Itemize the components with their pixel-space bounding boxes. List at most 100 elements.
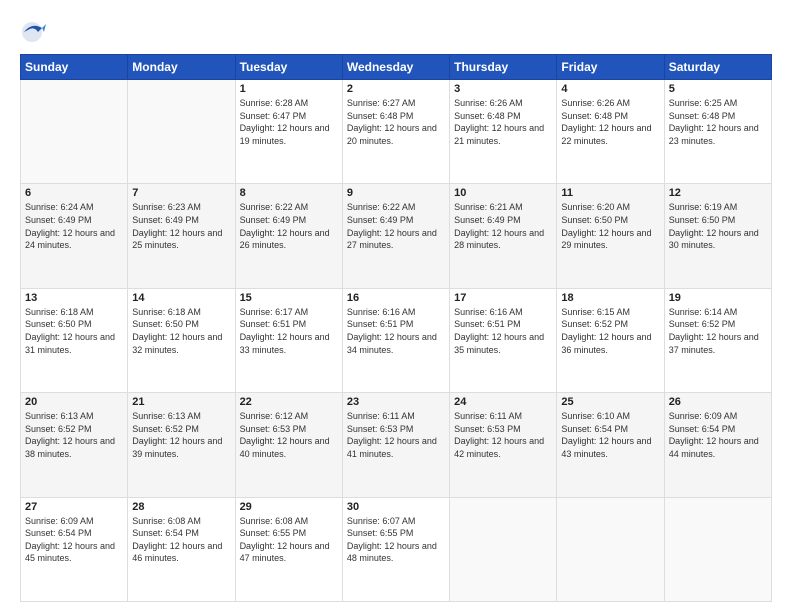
day-info: Sunrise: 6:10 AM Sunset: 6:54 PM Dayligh… xyxy=(561,410,659,460)
calendar-day-cell: 16 Sunrise: 6:16 AM Sunset: 6:51 PM Dayli… xyxy=(342,288,449,392)
day-info: Sunrise: 6:24 AM Sunset: 6:49 PM Dayligh… xyxy=(25,201,123,251)
day-number: 13 xyxy=(25,292,123,304)
day-number: 20 xyxy=(25,396,123,408)
calendar-day-header: Monday xyxy=(128,55,235,80)
calendar-day-cell: 25 Sunrise: 6:10 AM Sunset: 6:54 PM Dayli… xyxy=(557,393,664,497)
calendar-day-cell: 12 Sunrise: 6:19 AM Sunset: 6:50 PM Dayli… xyxy=(664,184,771,288)
day-info: Sunrise: 6:15 AM Sunset: 6:52 PM Dayligh… xyxy=(561,306,659,356)
calendar-day-cell: 5 Sunrise: 6:25 AM Sunset: 6:48 PM Daylig… xyxy=(664,80,771,184)
calendar-day-cell: 8Sunrise: 6:22 AM Sunset: 6:49 PM Daylig… xyxy=(235,184,342,288)
calendar-week-row: 6 Sunrise: 6:24 AM Sunset: 6:49 PM Daylig… xyxy=(21,184,772,288)
day-info: Sunrise: 6:11 AM Sunset: 6:53 PM Dayligh… xyxy=(454,410,552,460)
calendar-day-cell: 18 Sunrise: 6:15 AM Sunset: 6:52 PM Dayli… xyxy=(557,288,664,392)
calendar-day-cell: 9Sunrise: 6:22 AM Sunset: 6:49 PM Daylig… xyxy=(342,184,449,288)
day-info: Sunrise: 6:09 AM Sunset: 6:54 PM Dayligh… xyxy=(25,515,123,565)
day-info: Sunrise: 6:14 AM Sunset: 6:52 PM Dayligh… xyxy=(669,306,767,356)
calendar-day-cell xyxy=(21,80,128,184)
calendar-day-cell xyxy=(450,497,557,601)
calendar-table: SundayMondayTuesdayWednesdayThursdayFrid… xyxy=(20,54,772,602)
logo xyxy=(20,18,52,46)
calendar-day-cell: 24Sunrise: 6:11 AM Sunset: 6:53 PM Dayli… xyxy=(450,393,557,497)
day-info: Sunrise: 6:08 AM Sunset: 6:55 PM Dayligh… xyxy=(240,515,338,565)
calendar-day-cell: 23 Sunrise: 6:11 AM Sunset: 6:53 PM Dayli… xyxy=(342,393,449,497)
calendar-day-cell: 11 Sunrise: 6:20 AM Sunset: 6:50 PM Dayli… xyxy=(557,184,664,288)
day-number: 29 xyxy=(240,501,338,513)
calendar-day-cell: 15 Sunrise: 6:17 AM Sunset: 6:51 PM Dayli… xyxy=(235,288,342,392)
day-info: Sunrise: 6:11 AM Sunset: 6:53 PM Dayligh… xyxy=(347,410,445,460)
calendar-day-header: Friday xyxy=(557,55,664,80)
day-info: Sunrise: 6:23 AM Sunset: 6:49 PM Dayligh… xyxy=(132,201,230,251)
day-number: 5 xyxy=(669,83,767,95)
day-number: 11 xyxy=(561,187,659,199)
day-info: Sunrise: 6:09 AM Sunset: 6:54 PM Dayligh… xyxy=(669,410,767,460)
day-info: Sunrise: 6:26 AM Sunset: 6:48 PM Dayligh… xyxy=(561,97,659,147)
calendar-day-cell: 6 Sunrise: 6:24 AM Sunset: 6:49 PM Daylig… xyxy=(21,184,128,288)
day-info: Sunrise: 6:17 AM Sunset: 6:51 PM Dayligh… xyxy=(240,306,338,356)
calendar-day-cell: 13 Sunrise: 6:18 AM Sunset: 6:50 PM Dayli… xyxy=(21,288,128,392)
logo-icon xyxy=(20,18,48,46)
calendar-day-header: Tuesday xyxy=(235,55,342,80)
day-info: Sunrise: 6:27 AM Sunset: 6:48 PM Dayligh… xyxy=(347,97,445,147)
day-info: Sunrise: 6:12 AM Sunset: 6:53 PM Dayligh… xyxy=(240,410,338,460)
day-info: Sunrise: 6:25 AM Sunset: 6:48 PM Dayligh… xyxy=(669,97,767,147)
day-number: 12 xyxy=(669,187,767,199)
day-number: 1 xyxy=(240,83,338,95)
calendar-week-row: 1 Sunrise: 6:28 AM Sunset: 6:47 PM Daylig… xyxy=(21,80,772,184)
day-number: 7 xyxy=(132,187,230,199)
day-number: 16 xyxy=(347,292,445,304)
calendar-day-cell: 3Sunrise: 6:26 AM Sunset: 6:48 PM Daylig… xyxy=(450,80,557,184)
page: SundayMondayTuesdayWednesdayThursdayFrid… xyxy=(0,0,792,612)
day-info: Sunrise: 6:16 AM Sunset: 6:51 PM Dayligh… xyxy=(347,306,445,356)
day-info: Sunrise: 6:22 AM Sunset: 6:49 PM Dayligh… xyxy=(347,201,445,251)
calendar-day-cell: 17 Sunrise: 6:16 AM Sunset: 6:51 PM Dayli… xyxy=(450,288,557,392)
day-number: 18 xyxy=(561,292,659,304)
day-number: 10 xyxy=(454,187,552,199)
day-number: 22 xyxy=(240,396,338,408)
calendar-day-cell: 22 Sunrise: 6:12 AM Sunset: 6:53 PM Dayli… xyxy=(235,393,342,497)
calendar-header-row: SundayMondayTuesdayWednesdayThursdayFrid… xyxy=(21,55,772,80)
calendar-day-cell: 10Sunrise: 6:21 AM Sunset: 6:49 PM Dayli… xyxy=(450,184,557,288)
day-number: 14 xyxy=(132,292,230,304)
calendar-day-cell: 2Sunrise: 6:27 AM Sunset: 6:48 PM Daylig… xyxy=(342,80,449,184)
calendar-day-header: Thursday xyxy=(450,55,557,80)
day-number: 15 xyxy=(240,292,338,304)
day-info: Sunrise: 6:19 AM Sunset: 6:50 PM Dayligh… xyxy=(669,201,767,251)
day-number: 28 xyxy=(132,501,230,513)
calendar-day-cell: 20 Sunrise: 6:13 AM Sunset: 6:52 PM Dayli… xyxy=(21,393,128,497)
day-info: Sunrise: 6:16 AM Sunset: 6:51 PM Dayligh… xyxy=(454,306,552,356)
day-info: Sunrise: 6:18 AM Sunset: 6:50 PM Dayligh… xyxy=(25,306,123,356)
day-number: 27 xyxy=(25,501,123,513)
day-number: 23 xyxy=(347,396,445,408)
calendar-day-cell: 28Sunrise: 6:08 AM Sunset: 6:54 PM Dayli… xyxy=(128,497,235,601)
calendar-day-cell: 27 Sunrise: 6:09 AM Sunset: 6:54 PM Dayli… xyxy=(21,497,128,601)
calendar-day-cell xyxy=(664,497,771,601)
header xyxy=(20,18,772,46)
day-info: Sunrise: 6:13 AM Sunset: 6:52 PM Dayligh… xyxy=(25,410,123,460)
day-number: 21 xyxy=(132,396,230,408)
day-number: 26 xyxy=(669,396,767,408)
calendar-day-cell: 29 Sunrise: 6:08 AM Sunset: 6:55 PM Dayli… xyxy=(235,497,342,601)
calendar-day-cell: 19Sunrise: 6:14 AM Sunset: 6:52 PM Dayli… xyxy=(664,288,771,392)
calendar-day-header: Sunday xyxy=(21,55,128,80)
calendar-day-cell: 30Sunrise: 6:07 AM Sunset: 6:55 PM Dayli… xyxy=(342,497,449,601)
day-info: Sunrise: 6:26 AM Sunset: 6:48 PM Dayligh… xyxy=(454,97,552,147)
day-info: Sunrise: 6:13 AM Sunset: 6:52 PM Dayligh… xyxy=(132,410,230,460)
calendar-day-cell: 21 Sunrise: 6:13 AM Sunset: 6:52 PM Dayli… xyxy=(128,393,235,497)
calendar-week-row: 27 Sunrise: 6:09 AM Sunset: 6:54 PM Dayli… xyxy=(21,497,772,601)
day-number: 25 xyxy=(561,396,659,408)
calendar-day-cell: 14 Sunrise: 6:18 AM Sunset: 6:50 PM Dayli… xyxy=(128,288,235,392)
calendar-day-header: Wednesday xyxy=(342,55,449,80)
calendar-week-row: 20 Sunrise: 6:13 AM Sunset: 6:52 PM Dayli… xyxy=(21,393,772,497)
calendar-day-cell: 26 Sunrise: 6:09 AM Sunset: 6:54 PM Dayli… xyxy=(664,393,771,497)
calendar-day-cell xyxy=(128,80,235,184)
day-info: Sunrise: 6:28 AM Sunset: 6:47 PM Dayligh… xyxy=(240,97,338,147)
day-info: Sunrise: 6:20 AM Sunset: 6:50 PM Dayligh… xyxy=(561,201,659,251)
day-number: 4 xyxy=(561,83,659,95)
calendar-week-row: 13 Sunrise: 6:18 AM Sunset: 6:50 PM Dayli… xyxy=(21,288,772,392)
day-number: 6 xyxy=(25,187,123,199)
day-info: Sunrise: 6:18 AM Sunset: 6:50 PM Dayligh… xyxy=(132,306,230,356)
calendar-day-cell: 4 Sunrise: 6:26 AM Sunset: 6:48 PM Daylig… xyxy=(557,80,664,184)
day-number: 17 xyxy=(454,292,552,304)
calendar-day-cell: 1 Sunrise: 6:28 AM Sunset: 6:47 PM Daylig… xyxy=(235,80,342,184)
calendar-day-cell: 7 Sunrise: 6:23 AM Sunset: 6:49 PM Daylig… xyxy=(128,184,235,288)
